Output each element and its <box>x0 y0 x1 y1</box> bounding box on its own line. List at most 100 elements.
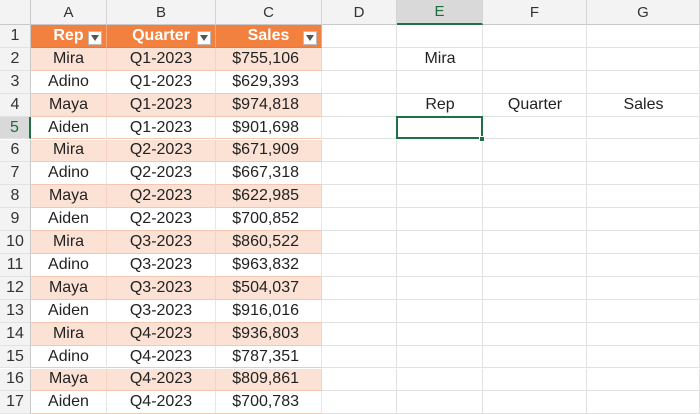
table-cell[interactable]: Aiden <box>31 299 107 323</box>
row-header-1[interactable]: 1 <box>0 25 31 48</box>
column-header-c[interactable]: C <box>216 0 322 25</box>
table-cell[interactable]: Q2-2023 <box>107 139 216 163</box>
filter-dropdown-icon[interactable] <box>197 31 211 45</box>
cell-f7[interactable] <box>483 162 587 186</box>
column-header-g[interactable]: G <box>587 0 700 25</box>
table-cell[interactable]: Q4-2023 <box>107 368 216 392</box>
cell-e12[interactable] <box>397 276 483 300</box>
row-header-12[interactable]: 12 <box>0 276 31 300</box>
table-cell[interactable]: $787,351 <box>216 345 322 369</box>
table-cell[interactable]: $700,783 <box>216 391 322 414</box>
cell-d6[interactable] <box>322 139 397 163</box>
table-cell[interactable]: $700,852 <box>216 208 322 232</box>
table-cell[interactable]: $504,037 <box>216 276 322 300</box>
cell-g3[interactable] <box>587 70 700 94</box>
cell-d7[interactable] <box>322 162 397 186</box>
table-cell[interactable]: Q3-2023 <box>107 299 216 323</box>
cell-e17[interactable] <box>397 391 483 414</box>
row-header-8[interactable]: 8 <box>0 185 31 209</box>
cell-f2[interactable] <box>483 47 587 71</box>
table-cell[interactable]: Mira <box>31 47 107 71</box>
table-cell[interactable]: Mira <box>31 231 107 254</box>
table-cell[interactable]: Q3-2023 <box>107 276 216 300</box>
table-header-sales[interactable]: Sales <box>216 25 322 48</box>
cell-g2[interactable] <box>587 47 700 71</box>
cell-e7[interactable] <box>397 162 483 186</box>
table-cell[interactable]: Aiden <box>31 208 107 232</box>
table-cell[interactable]: Maya <box>31 276 107 300</box>
table-cell[interactable]: Adino <box>31 70 107 94</box>
cell-d3[interactable] <box>322 70 397 94</box>
cell-d4[interactable] <box>322 93 397 117</box>
cell-f17[interactable] <box>483 391 587 414</box>
cell-f16[interactable] <box>483 368 587 392</box>
table-cell[interactable]: Q2-2023 <box>107 208 216 232</box>
cell-d12[interactable] <box>322 276 397 300</box>
cell-d9[interactable] <box>322 208 397 232</box>
table-cell[interactable]: Mira <box>31 322 107 346</box>
cell-g1[interactable] <box>587 25 700 48</box>
cell-e9[interactable] <box>397 208 483 232</box>
cell-f15[interactable] <box>483 345 587 369</box>
cell-g7[interactable] <box>587 162 700 186</box>
cell-d14[interactable] <box>322 322 397 346</box>
cell-g10[interactable] <box>587 231 700 254</box>
cell-d15[interactable] <box>322 345 397 369</box>
filter-dropdown-icon[interactable] <box>303 31 317 45</box>
column-header-e[interactable]: E <box>397 0 483 25</box>
cell-e13[interactable] <box>397 299 483 323</box>
cell-g5[interactable] <box>587 116 700 140</box>
table-cell[interactable]: $916,016 <box>216 299 322 323</box>
table-cell[interactable]: $671,909 <box>216 139 322 163</box>
table-cell[interactable]: Q4-2023 <box>107 391 216 414</box>
cell-g9[interactable] <box>587 208 700 232</box>
column-header-f[interactable]: F <box>483 0 587 25</box>
row-header-3[interactable]: 3 <box>0 70 31 94</box>
cell-e14[interactable] <box>397 322 483 346</box>
fill-handle[interactable] <box>479 135 485 142</box>
table-cell[interactable]: $622,985 <box>216 185 322 209</box>
cell-g11[interactable] <box>587 254 700 277</box>
table-cell[interactable]: Aiden <box>31 116 107 140</box>
table-cell[interactable]: Q3-2023 <box>107 254 216 277</box>
table-cell[interactable]: $936,803 <box>216 322 322 346</box>
table-header-rep[interactable]: Rep <box>31 25 107 48</box>
table-cell[interactable]: Q3-2023 <box>107 231 216 254</box>
cell-g14[interactable] <box>587 322 700 346</box>
table-cell[interactable]: $963,832 <box>216 254 322 277</box>
table-cell[interactable]: $667,318 <box>216 162 322 186</box>
table-cell[interactable]: $629,393 <box>216 70 322 94</box>
row-header-9[interactable]: 9 <box>0 208 31 232</box>
row-header-16[interactable]: 16 <box>0 368 31 392</box>
cell-g12[interactable] <box>587 276 700 300</box>
column-header-a[interactable]: A <box>31 0 107 25</box>
row-header-7[interactable]: 7 <box>0 162 31 186</box>
cell-f6[interactable] <box>483 139 587 163</box>
cell-d8[interactable] <box>322 185 397 209</box>
table-cell[interactable]: Q4-2023 <box>107 345 216 369</box>
table-cell[interactable]: $755,106 <box>216 47 322 71</box>
row-header-2[interactable]: 2 <box>0 47 31 71</box>
cell-e8[interactable] <box>397 185 483 209</box>
row-header-17[interactable]: 17 <box>0 391 31 414</box>
table-cell[interactable]: Maya <box>31 368 107 392</box>
cell-f11[interactable] <box>483 254 587 277</box>
column-header-d[interactable]: D <box>322 0 397 25</box>
table-cell[interactable]: Q1-2023 <box>107 116 216 140</box>
cell-d2[interactable] <box>322 47 397 71</box>
cell-e15[interactable] <box>397 345 483 369</box>
row-header-13[interactable]: 13 <box>0 299 31 323</box>
cell-e6[interactable] <box>397 139 483 163</box>
cell-e3[interactable] <box>397 70 483 94</box>
cell-d11[interactable] <box>322 254 397 277</box>
row-header-5[interactable]: 5 <box>0 116 31 140</box>
cell-e1[interactable] <box>397 25 483 48</box>
filter-dropdown-icon[interactable] <box>88 31 102 45</box>
active-cell-e5[interactable] <box>396 115 483 140</box>
cell-f13[interactable] <box>483 299 587 323</box>
cell-d1[interactable] <box>322 25 397 48</box>
cell-d17[interactable] <box>322 391 397 414</box>
cell-e16[interactable] <box>397 368 483 392</box>
table-cell[interactable]: Mira <box>31 139 107 163</box>
row-header-15[interactable]: 15 <box>0 345 31 369</box>
